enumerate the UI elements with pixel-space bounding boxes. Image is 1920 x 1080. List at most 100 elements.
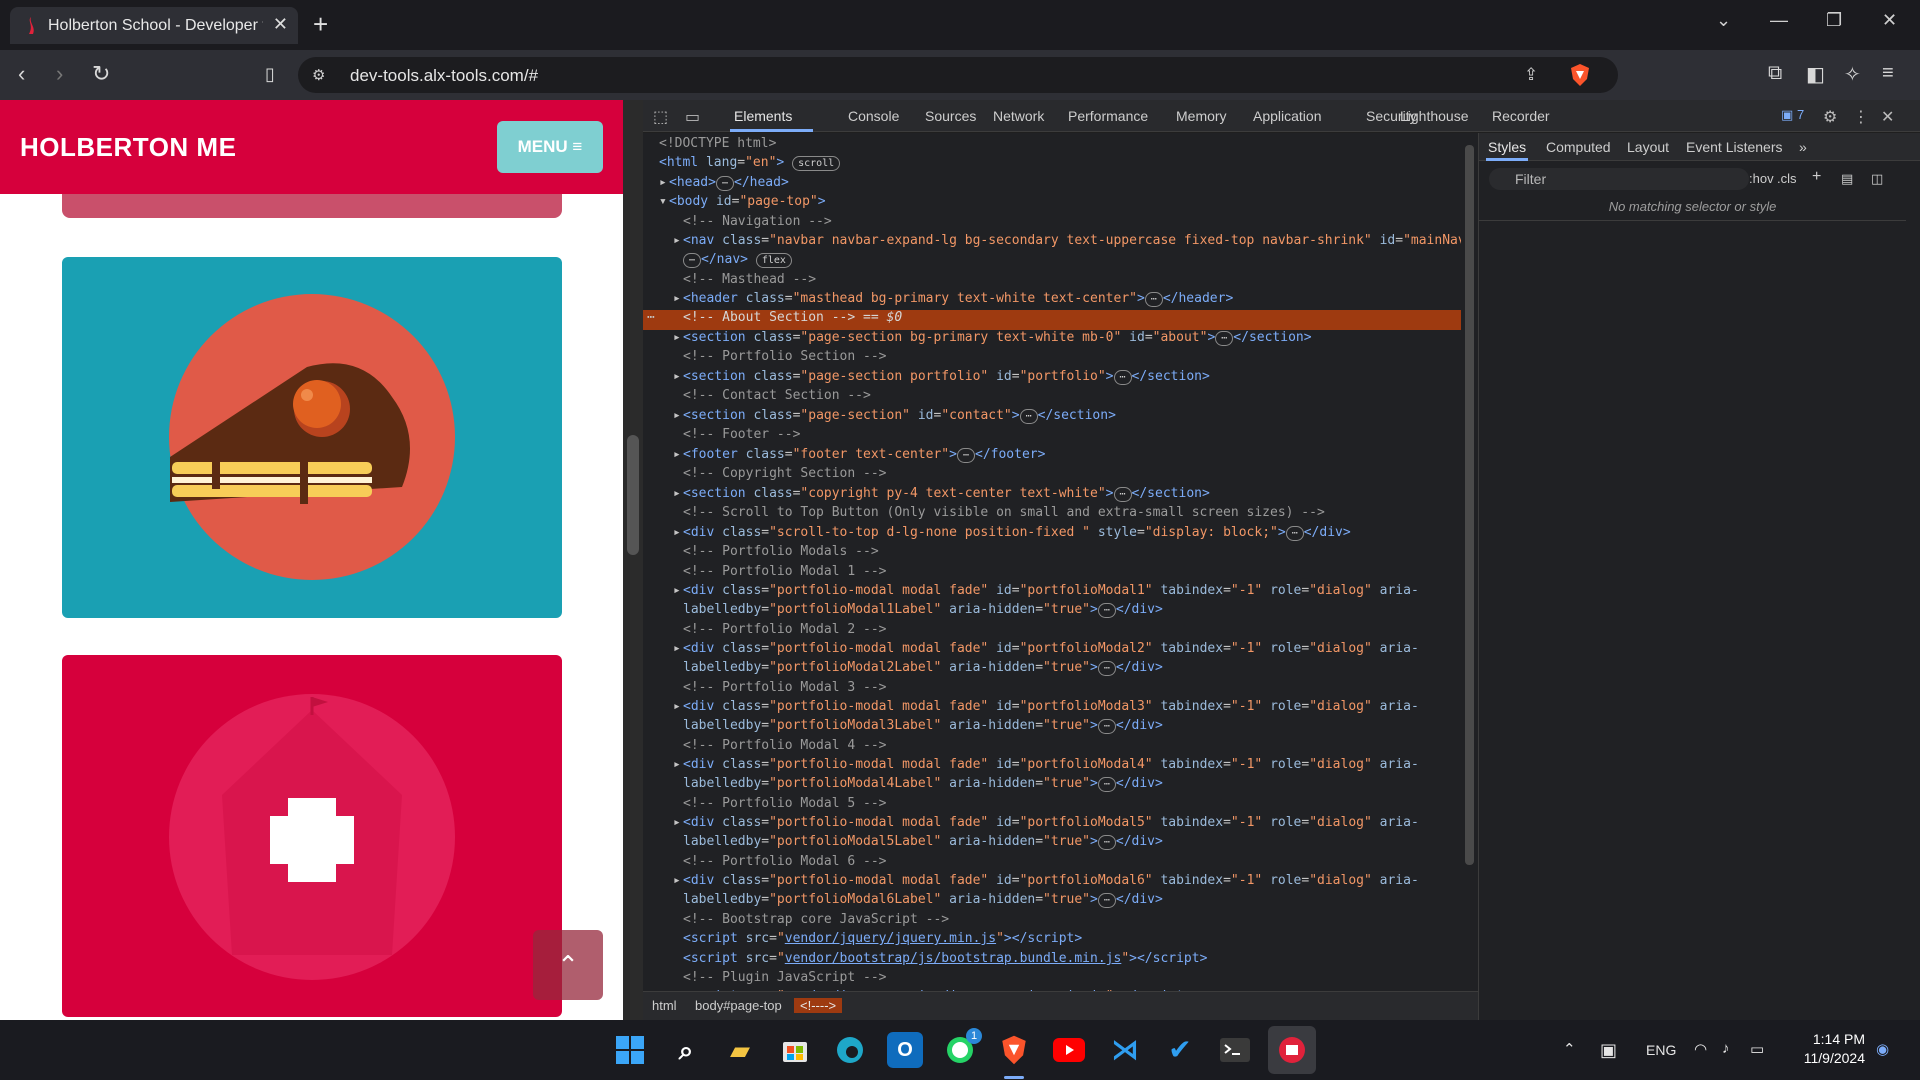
dom-line[interactable]: ▾ <body id="page-top"> <box>659 194 826 214</box>
site-brand[interactable]: HOLBERTON ME <box>20 132 236 163</box>
tab-computed[interactable]: Computed <box>1546 139 1611 155</box>
dom-line[interactable]: labelledby="portfolioModal4Label" aria-h… <box>683 776 1163 796</box>
dom-line[interactable]: ▸ <section class="copyright py-4 text-cen… <box>673 486 1210 506</box>
app-pinned-icon[interactable] <box>1268 1026 1316 1074</box>
dom-line[interactable]: ▸ <div class="portfolio-modal modal fade"… <box>673 757 1419 777</box>
tab-sources[interactable]: Sources <box>925 108 976 124</box>
dom-line[interactable]: <!-- Portfolio Modal 1 --> <box>683 564 887 584</box>
youtube-icon[interactable] <box>1051 1032 1087 1068</box>
portfolio-card-cake[interactable] <box>62 257 562 618</box>
wifi-icon[interactable]: ◠ <box>1694 1040 1707 1058</box>
elements-scrollbar[interactable] <box>1461 133 1478 991</box>
tab-console[interactable]: Console <box>848 108 899 124</box>
dom-line[interactable]: labelledby="portfolioModal5Label" aria-h… <box>683 834 1163 854</box>
dom-line[interactable]: ▸ <nav class="navbar navbar-expand-lg bg-… <box>673 233 1461 253</box>
dom-line[interactable]: <!-- Plugin JavaScript --> <box>683 970 887 990</box>
dom-line[interactable]: <!-- Bootstrap core JavaScript --> <box>683 912 949 932</box>
restore-icon[interactable]: ❐ <box>1826 10 1842 31</box>
portfolio-card-previous[interactable] <box>62 194 562 218</box>
paint-brush-icon[interactable]: ▤ <box>1841 171 1853 187</box>
dom-line[interactable]: <!-- Masthead --> <box>683 272 816 292</box>
styles-filter-input[interactable]: Filter <box>1489 168 1749 190</box>
battery-icon[interactable]: ▭ <box>1750 1040 1764 1058</box>
issues-count[interactable]: 7 <box>1797 107 1804 122</box>
main-menu-icon[interactable]: ≡ <box>1882 62 1894 85</box>
computed-sidebar-toggle-icon[interactable]: ◫ <box>1871 171 1883 187</box>
todo-icon[interactable]: ✔ <box>1162 1032 1198 1068</box>
breadcrumb-html[interactable]: html <box>652 998 677 1013</box>
show-hidden-icons-icon[interactable]: ⌃ <box>1563 1040 1576 1058</box>
new-tab-button[interactable]: + <box>313 9 328 39</box>
search-icon[interactable]: ⌕ <box>668 1032 704 1068</box>
volume-icon[interactable]: ♪ <box>1722 1040 1730 1057</box>
page-scrollbar[interactable] <box>623 100 643 1020</box>
tab-event-listeners[interactable]: Event Listeners <box>1686 139 1783 155</box>
dom-line[interactable]: ▸ <footer class="footer text-center"> ⋯ </f… <box>673 447 1045 467</box>
dom-line[interactable]: ⋯ </nav> flex <box>683 252 792 272</box>
language-indicator[interactable]: ENG <box>1646 1042 1676 1058</box>
bookmark-icon[interactable]: ▯ <box>265 62 275 86</box>
dom-line[interactable]: <!-- Scroll to Top Button (Only visible … <box>683 505 1325 525</box>
tab-styles[interactable]: Styles <box>1488 139 1526 155</box>
leo-ai-icon[interactable]: ✧ <box>1844 62 1861 87</box>
tab-elements[interactable]: Elements <box>734 108 792 124</box>
terminal-icon[interactable] <box>1217 1032 1253 1068</box>
dom-line[interactable]: ▸ <section class="page-section" id="conta… <box>673 408 1116 428</box>
more-options-icon[interactable]: ⋮ <box>1853 107 1869 127</box>
dom-line[interactable]: <!-- Portfolio Modal 2 --> <box>683 622 887 642</box>
more-tabs-icon[interactable]: » <box>1799 139 1807 155</box>
device-toolbar-icon[interactable]: ▭ <box>685 107 700 127</box>
taskbar-clock[interactable]: 1:14 PM 11/9/2024 <box>1795 1030 1865 1068</box>
tab-network[interactable]: Network <box>993 108 1044 124</box>
dom-line[interactable]: <!-- Portfolio Modal 3 --> <box>683 680 887 700</box>
dom-line-selected[interactable]: ⋯ <!-- About Section --> == $0 <box>643 310 1461 330</box>
hov-toggle[interactable]: :hov <box>1749 171 1774 186</box>
dom-line[interactable]: labelledby="portfolioModal1Label" aria-h… <box>683 602 1163 622</box>
brave-browser-icon[interactable] <box>996 1032 1032 1068</box>
dom-line[interactable]: <!-- Portfolio Modal 4 --> <box>683 738 887 758</box>
sidebar-icon[interactable]: ◧ <box>1806 62 1825 87</box>
dom-line[interactable]: <!-- Footer --> <box>683 427 800 447</box>
dom-line[interactable]: <!-- Contact Section --> <box>683 388 871 408</box>
dom-line[interactable]: ▸ <div class="scroll-to-top d-lg-none pos… <box>673 525 1351 545</box>
scroll-to-top-button[interactable]: ⌃ <box>533 930 603 1000</box>
address-bar[interactable]: ⚙ dev-tools.alx-tools.com/# ⇪ <box>298 57 1618 93</box>
dom-line[interactable]: <!-- Copyright Section --> <box>683 466 887 486</box>
menu-button[interactable]: MENU ≡ <box>497 121 603 173</box>
dom-line[interactable]: labelledby="portfolioModal6Label" aria-h… <box>683 892 1163 912</box>
dom-line[interactable]: <!-- Navigation --> <box>683 214 832 234</box>
close-devtools-icon[interactable]: ✕ <box>1881 107 1894 127</box>
tab-recorder[interactable]: Recorder <box>1492 108 1550 124</box>
notification-bell-icon[interactable]: ◉ <box>1876 1040 1889 1058</box>
dom-line[interactable]: <html lang="en"> scroll <box>659 155 841 175</box>
dom-line[interactable]: ▸ <div class="portfolio-modal modal fade"… <box>673 583 1419 603</box>
inspect-element-icon[interactable]: ⬚ <box>653 107 668 127</box>
issues-icon[interactable]: ▣ <box>1781 107 1793 123</box>
tab-lighthouse[interactable]: Lighthouse <box>1400 108 1469 124</box>
dom-line[interactable]: <!DOCTYPE html> <box>659 136 776 156</box>
outlook-icon[interactable]: O <box>887 1032 923 1068</box>
file-explorer-icon[interactable]: ▰ <box>722 1032 758 1068</box>
tray-app-icon[interactable]: ▣ <box>1600 1040 1617 1061</box>
dom-line[interactable]: labelledby="portfolioModal2Label" aria-h… <box>683 660 1163 680</box>
dom-line[interactable]: <!-- Portfolio Section --> <box>683 349 887 369</box>
tab-application[interactable]: Application <box>1253 108 1322 124</box>
close-tab-icon[interactable]: ✕ <box>273 14 288 35</box>
new-style-rule-icon[interactable]: + <box>1812 168 1821 186</box>
dom-line[interactable]: ▸ <div class="portfolio-modal modal fade"… <box>673 815 1419 835</box>
dom-line[interactable]: <!-- Portfolio Modal 5 --> <box>683 796 887 816</box>
vscode-icon[interactable]: ⋊ <box>1107 1032 1143 1068</box>
dom-line[interactable]: ▸ <header class="masthead bg-primary text… <box>673 291 1233 311</box>
tab-memory[interactable]: Memory <box>1176 108 1227 124</box>
site-info-icon[interactable]: ⚙ <box>312 66 325 84</box>
extensions-icon[interactable]: ⧉ <box>1768 62 1782 85</box>
dom-line[interactable]: ▸ <section class="page-section portfolio"… <box>673 369 1210 389</box>
microsoft-store-icon[interactable] <box>777 1032 813 1068</box>
tab-performance[interactable]: Performance <box>1068 108 1148 124</box>
portfolio-card-circus[interactable] <box>62 655 562 1017</box>
minimize-icon[interactable]: — <box>1770 10 1788 31</box>
browser-tab[interactable]: Holberton School - Developer t ✕ <box>10 7 298 44</box>
dom-line[interactable]: ▸ <head> ⋯ </head> <box>659 175 789 195</box>
window-close-icon[interactable]: ✕ <box>1882 10 1897 31</box>
dom-line[interactable]: ▸ <div class="portfolio-modal modal fade"… <box>673 641 1419 661</box>
